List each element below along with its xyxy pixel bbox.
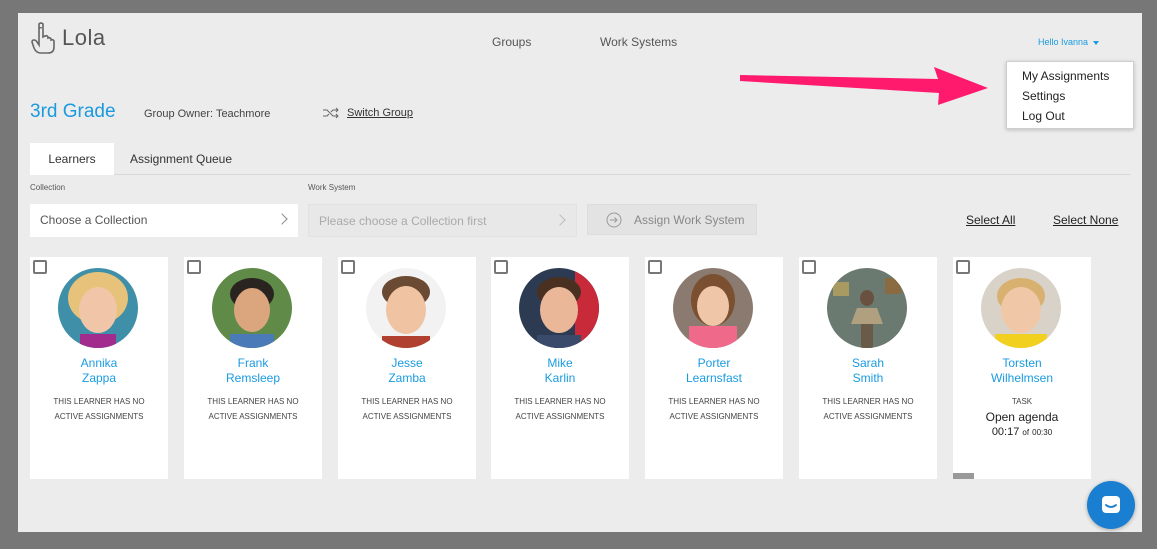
learner-last-name: Learnsfast xyxy=(685,371,743,385)
nav-groups[interactable]: Groups xyxy=(492,35,531,49)
switch-group-label: Switch Group xyxy=(347,107,414,119)
menu-item-my-assignments[interactable]: My Assignments xyxy=(1022,68,1133,88)
logo[interactable]: Lola xyxy=(30,21,106,55)
learner-status: ACTIVE ASSIGNMENTS xyxy=(54,412,144,421)
learner-checkbox[interactable] xyxy=(187,260,201,274)
learner-status: ACTIVE ASSIGNMENTS xyxy=(823,412,913,421)
learner-card[interactable]: Frank Remsleep THIS LEARNER HAS NO ACTIV… xyxy=(184,257,322,479)
group-owner: Group Owner: Teachmore xyxy=(144,108,271,120)
learner-last-name: Wilhelmsen xyxy=(990,371,1053,385)
learner-status: ACTIVE ASSIGNMENTS xyxy=(362,412,452,421)
group-name: 3rd Grade xyxy=(30,101,116,122)
learner-status: THIS LEARNER HAS NO xyxy=(668,397,760,406)
learner-first-name: Porter xyxy=(697,356,731,370)
chat-bubble-icon xyxy=(1102,496,1120,513)
learner-checkbox[interactable] xyxy=(802,260,816,274)
learner-last-name: Karlin xyxy=(544,371,576,385)
learner-checkbox[interactable] xyxy=(341,260,355,274)
avatar xyxy=(673,268,753,348)
avatar xyxy=(212,268,292,348)
logo-text: Lola xyxy=(62,25,106,50)
chat-button[interactable] xyxy=(1087,481,1135,529)
work-system-select-placeholder: Please choose a Collection first xyxy=(319,214,487,228)
learner-status: THIS LEARNER HAS NO xyxy=(53,397,145,406)
learner-last-name: Smith xyxy=(852,371,884,385)
user-greeting: Hello Ivanna xyxy=(1038,37,1089,47)
shuffle-icon xyxy=(323,107,339,119)
learner-last-name: Zamba xyxy=(388,371,426,385)
collection-select[interactable]: Choose a Collection xyxy=(30,204,298,237)
learner-first-name: Frank xyxy=(237,356,269,370)
select-all-link[interactable]: Select All xyxy=(966,213,1015,227)
learner-card[interactable]: Jesse Zamba THIS LEARNER HAS NO ACTIVE A… xyxy=(338,257,476,479)
chevron-right-icon xyxy=(554,214,566,226)
switch-group-link[interactable]: Switch Group xyxy=(322,107,413,119)
user-menu-dropdown: My Assignments Settings Log Out xyxy=(1006,61,1134,129)
learner-first-name: Sarah xyxy=(851,356,885,370)
menu-item-settings[interactable]: Settings xyxy=(1022,88,1133,108)
tab-learners[interactable]: Learners xyxy=(30,143,114,175)
task-timer: 00:17 of 00:30 xyxy=(953,426,1091,438)
learner-card[interactable]: Annika Zappa THIS LEARNER HAS NO ACTIVE … xyxy=(30,257,168,479)
learner-checkbox[interactable] xyxy=(956,260,970,274)
work-system-select[interactable]: Please choose a Collection first xyxy=(308,204,577,237)
avatar xyxy=(519,268,599,348)
chevron-right-icon xyxy=(276,213,288,225)
learner-status: ACTIVE ASSIGNMENTS xyxy=(515,412,605,421)
menu-item-log-out[interactable]: Log Out xyxy=(1022,108,1133,128)
learner-first-name: Jesse xyxy=(391,356,423,370)
caret-down-icon xyxy=(1093,40,1100,45)
learner-first-name: Annika xyxy=(80,356,118,370)
learner-checkbox[interactable] xyxy=(648,260,662,274)
work-system-label: Work System xyxy=(308,183,356,192)
learner-checkbox[interactable] xyxy=(33,260,47,274)
learner-checkbox[interactable] xyxy=(494,260,508,274)
task-of: of xyxy=(1022,428,1030,437)
collection-label: Collection xyxy=(30,183,66,192)
task-elapsed: 00:17 xyxy=(991,426,1020,438)
avatar xyxy=(827,268,907,348)
learner-status: THIS LEARNER HAS NO xyxy=(822,397,914,406)
task-label: TASK xyxy=(1011,397,1033,406)
task-progress-bar xyxy=(953,473,974,479)
task-duration: 00:30 xyxy=(1032,428,1053,437)
learner-status: THIS LEARNER HAS NO xyxy=(207,397,299,406)
learner-card[interactable]: Torsten Wilhelmsen TASK Open agenda 00:1… xyxy=(953,257,1091,479)
learner-status: ACTIVE ASSIGNMENTS xyxy=(208,412,298,421)
user-menu-toggle[interactable]: Hello Ivanna xyxy=(1038,37,1100,47)
avatar xyxy=(366,268,446,348)
task-name: Open agenda xyxy=(985,410,1059,424)
assign-button-label: Assign Work System xyxy=(634,212,745,227)
tab-assignment-queue[interactable]: Assignment Queue xyxy=(126,143,236,175)
arrow-circle-icon xyxy=(606,212,622,227)
learner-status: THIS LEARNER HAS NO xyxy=(361,397,453,406)
annotation-arrow-icon xyxy=(740,67,988,105)
learner-first-name: Mike xyxy=(547,356,573,370)
nav-work-systems[interactable]: Work Systems xyxy=(600,35,677,49)
avatar xyxy=(58,268,138,348)
collection-select-value: Choose a Collection xyxy=(40,213,148,227)
select-none-link[interactable]: Select None xyxy=(1053,213,1118,227)
app-window: Lola Groups Work Systems Hello Ivanna My… xyxy=(18,13,1142,532)
assign-work-system-button[interactable]: Assign Work System xyxy=(587,204,757,235)
learner-first-name: Torsten xyxy=(1002,356,1042,370)
learner-card[interactable]: Sarah Smith THIS LEARNER HAS NO ACTIVE A… xyxy=(799,257,937,479)
learner-card[interactable]: Mike Karlin THIS LEARNER HAS NO ACTIVE A… xyxy=(491,257,629,479)
hand-pointing-icon xyxy=(31,22,55,54)
avatar xyxy=(981,268,1061,348)
learner-last-name: Remsleep xyxy=(225,371,281,385)
learner-last-name: Zappa xyxy=(81,371,117,385)
learner-card[interactable]: Porter Learnsfast THIS LEARNER HAS NO AC… xyxy=(645,257,783,479)
learner-status: ACTIVE ASSIGNMENTS xyxy=(669,412,759,421)
learner-status: THIS LEARNER HAS NO xyxy=(514,397,606,406)
